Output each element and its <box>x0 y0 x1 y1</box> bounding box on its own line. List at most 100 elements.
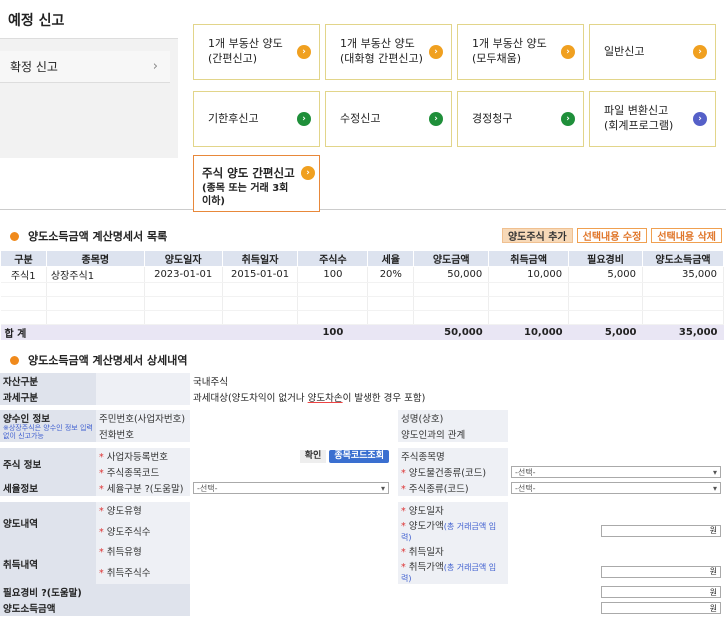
card-label: 일반신고 <box>604 44 645 58</box>
acq-date-label: 취득일자 <box>408 547 444 558</box>
sum-label: 합 계 <box>0 324 145 340</box>
column-header: 주식수 <box>297 250 369 267</box>
cell-sale-amount: 50,000 <box>413 266 490 283</box>
sale-type-label: 양도유형 <box>106 506 142 517</box>
sale-qty-input[interactable] <box>190 518 392 543</box>
detail-title: 양도소득금액 계산명세서 상세내역 <box>28 354 188 367</box>
card-label: 1개 부동산 양도 <box>208 37 283 51</box>
sum-acq: 10,000 <box>488 324 569 340</box>
column-header: 취득금액 <box>488 250 570 267</box>
acq-price-input[interactable]: 원 <box>601 565 721 578</box>
column-header: 필요경비 <box>568 250 644 267</box>
rrn-input[interactable] <box>190 410 392 426</box>
bullet-icon <box>10 355 19 365</box>
card-amended-report[interactable]: 수정신고 › <box>325 91 452 147</box>
cell-acq-date: 2015-01-01 <box>222 266 299 283</box>
sidebar-item-confirm-report[interactable]: 확정 신고 › <box>0 51 170 83</box>
relation-label: 양도인과의 관계 <box>398 426 508 442</box>
detail-form: 자산구분 국내주식 과세구분 과세대상(양도차익이 없거나 양도차손이 발생한 … <box>0 373 724 616</box>
arrow-right-icon: › <box>297 45 311 59</box>
phone-input[interactable] <box>190 426 392 442</box>
arrow-right-icon: › <box>561 45 575 59</box>
delete-selected-button[interactable]: 선택내용 삭제 <box>651 228 722 243</box>
card-sub-label: (간편신고) <box>208 52 258 65</box>
card-label: 파일 변환신고 <box>604 104 669 118</box>
acq-qty-input[interactable] <box>190 559 392 584</box>
card-interactive-report[interactable]: 1개 부동산 양도 (대화형 간편신고) › <box>325 24 452 80</box>
card-label: 기한후신고 <box>208 111 259 125</box>
sale-date-input[interactable] <box>508 502 724 518</box>
rate-code-label: 세율구분 ?(도움말) <box>106 484 184 495</box>
card-label: 수정신고 <box>340 111 381 125</box>
transferee-label: 양수인 정보 ※상장주식은 양수인 정보 입력 없이 신고가능 <box>0 410 96 442</box>
acq-date-input[interactable] <box>508 543 724 559</box>
expense-label: 필요경비 ?(도움말) <box>0 584 190 600</box>
name-label: 성명(상호) <box>398 410 508 426</box>
table-sum-row: 합 계 100 50,000 10,000 5,000 35,000 <box>0 324 724 340</box>
arrow-right-icon: › <box>693 45 707 59</box>
sale-price-input[interactable]: 원 <box>601 524 721 537</box>
sale-info-label: 양도내역 <box>0 502 96 543</box>
card-simple-report[interactable]: 1개 부동산 양도 (간편신고) › <box>193 24 320 80</box>
sidebar: 확정 신고 › <box>0 38 178 158</box>
card-correction-claim[interactable]: 경정청구 › <box>457 91 584 147</box>
sale-type-input[interactable] <box>190 502 392 518</box>
income-label: 양도소득금액 <box>0 600 190 616</box>
table-row[interactable]: 주식1 상장주식1 2023-01-01 2015-01-01 100 20% … <box>0 266 724 283</box>
sale-qty-label: 양도주식수 <box>106 526 151 538</box>
relation-input[interactable] <box>508 426 724 442</box>
expense-input[interactable]: 원 <box>601 586 721 598</box>
qual-select[interactable]: -선택- ▾ <box>511 466 721 478</box>
calculation-list-table: 구분 종목명 양도일자 취득일자 주식수 세율 양도금액 취득금액 필요경비 양… <box>0 250 724 340</box>
card-file-conversion[interactable]: 파일 변환신고 (회계프로그램) › <box>589 91 716 147</box>
edit-selected-button[interactable]: 선택내용 수정 <box>576 228 648 243</box>
arrow-right-icon: › <box>429 112 443 126</box>
sale-price-label: 양도가액 <box>408 521 444 532</box>
income-input[interactable]: 원 <box>601 602 721 614</box>
name-input[interactable] <box>508 410 724 426</box>
card-label: 주식 양도 간편신고 <box>202 166 295 180</box>
column-header: 세율 <box>367 250 415 267</box>
stock-name-input[interactable] <box>508 448 724 464</box>
card-general-report[interactable]: 일반신고 › <box>589 24 716 80</box>
rate-select[interactable]: -선택- ▾ <box>193 482 389 494</box>
confirm-button[interactable]: 확인 <box>299 449 327 463</box>
cell-qty: 100 <box>297 266 369 283</box>
dropdown-icon: ▾ <box>712 483 717 493</box>
card-late-report[interactable]: 기한후신고 › <box>193 91 320 147</box>
stock-code-label: 주식종목코드 <box>106 468 160 479</box>
table-row-empty <box>0 282 724 297</box>
stock-name-label: 주식종목명 <box>398 448 508 464</box>
tax-label: 과세구분 <box>0 389 96 405</box>
kind-label: 주식종류(코드) <box>408 484 469 495</box>
table-row-empty <box>0 296 724 311</box>
acq-info-label: 취득내역 <box>0 543 96 584</box>
card-autofill-report[interactable]: 1개 부동산 양도 (모두채움) › <box>457 24 584 80</box>
table-header-row: 구분 종목명 양도일자 취득일자 주식수 세율 양도금액 취득금액 필요경비 양… <box>0 250 724 267</box>
sale-date-label: 양도일자 <box>408 506 444 517</box>
report-type-section: 예정 신고 확정 신고 › 1개 부동산 양도 (간편신고) › 1개 부동산 양… <box>0 0 726 212</box>
card-sub-label: (종목 또는 거래 3회 이하) <box>202 182 289 208</box>
list-panel: 양도소득금액 계산명세서 목록 양도주식 추가 선택내용 수정 선택내용 삭제 <box>0 226 726 246</box>
add-stock-button[interactable]: 양도주식 추가 <box>501 228 573 243</box>
tax-value: 과세대상(양도차익이 없거나 양도차손이 발생한 경우 포함) <box>190 389 724 405</box>
acq-type-input[interactable] <box>190 543 392 559</box>
sum-sale: 50,000 <box>413 324 489 340</box>
kind-select[interactable]: -선택- ▾ <box>511 482 721 494</box>
column-header: 종목명 <box>45 250 145 267</box>
bizno-label: 사업자등록번호 <box>106 452 168 463</box>
table-row-empty <box>0 310 724 325</box>
card-stock-simple-report[interactable]: 주식 양도 간편신고 (종목 또는 거래 3회 이하) › <box>193 155 320 212</box>
list-title: 양도소득금액 계산명세서 목록 <box>28 230 168 243</box>
card-sub-label: (대화형 간편신고) <box>340 52 423 65</box>
chevron-right-icon: › <box>152 59 158 74</box>
stock-code-input[interactable] <box>190 464 392 480</box>
stock-info-label: 주식 정보 <box>0 448 96 480</box>
column-header: 취득일자 <box>221 250 299 267</box>
detail-panel: 양도소득금액 계산명세서 상세내역 <box>0 350 726 370</box>
sum-expense: 5,000 <box>568 324 643 340</box>
phone-label: 전화번호 <box>96 426 190 442</box>
stock-code-search-button[interactable]: 종목코드조회 <box>329 449 389 463</box>
dropdown-icon: ▾ <box>380 483 385 493</box>
bullet-icon <box>10 231 19 241</box>
